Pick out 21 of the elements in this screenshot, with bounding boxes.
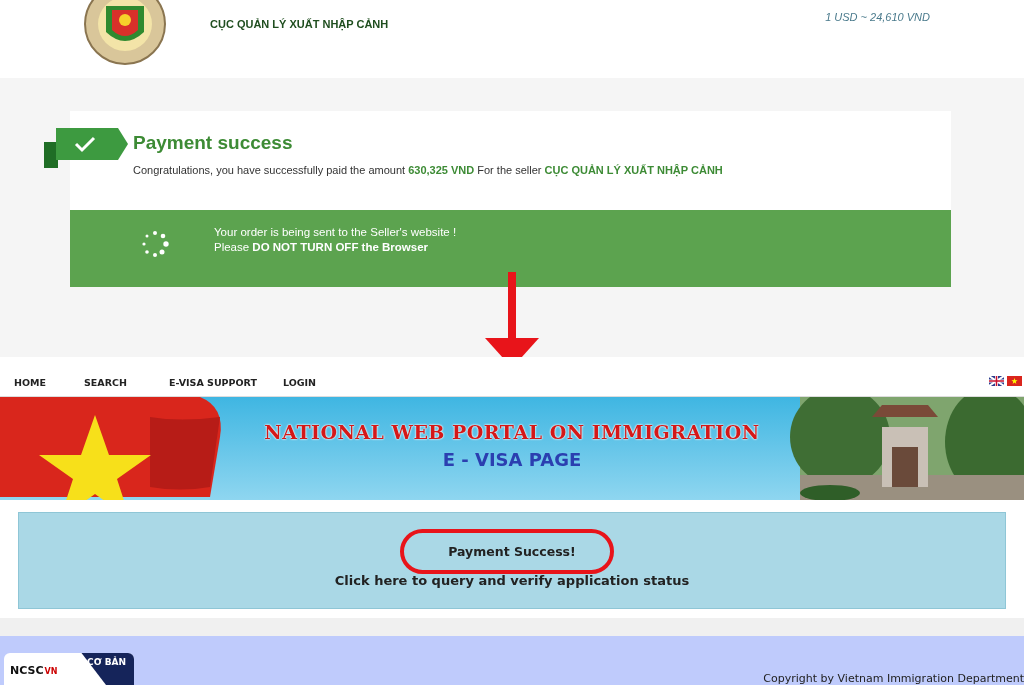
copyright-text: Copyright by Vietnam Immigration Department — [763, 672, 1024, 685]
status-link[interactable]: Click here to query and verify application status — [334, 572, 690, 588]
payment-title: Payment success — [133, 132, 294, 154]
badge-name: NCSC — [10, 664, 44, 679]
organization-name: CỤC QUẢN LÝ XUẤT NHẬP CẢNH — [210, 18, 389, 30]
banner-subtitle: E - VISA PAGE — [442, 449, 582, 470]
loading-spinner-icon — [140, 228, 170, 259]
uk-flag-icon[interactable] — [989, 376, 1004, 386]
notice-text: Your order is being sent to the Seller's website ! — [214, 226, 457, 238]
nav-link[interactable]: E-VISA SUPPORT — [168, 377, 257, 388]
badge-level: CƠ BẢN — [87, 657, 126, 667]
nav-link[interactable]: LOGIN — [282, 377, 317, 388]
status-title: Payment Success! — [448, 543, 576, 559]
exchange-rate: 1 USD ~ 24,610 VND — [825, 11, 930, 23]
payment-message: Congratulations, you have successfully paid the amount 630,325 VND For the seller CỤC QUẢN LÝ XUẤT NHẬP CẢNH — [133, 164, 724, 176]
badge-country: VN — [44, 667, 58, 678]
banner-title: NATIONAL WEB PORTAL ON IMMIGRATION — [264, 421, 760, 443]
nav-link[interactable]: SEARCH — [84, 377, 127, 388]
nav-link[interactable]: HOME — [14, 377, 46, 388]
warning-text: Please DO NOT TURN OFF the Browser — [214, 241, 430, 253]
vietnam-flag-icon[interactable] — [1007, 376, 1022, 386]
